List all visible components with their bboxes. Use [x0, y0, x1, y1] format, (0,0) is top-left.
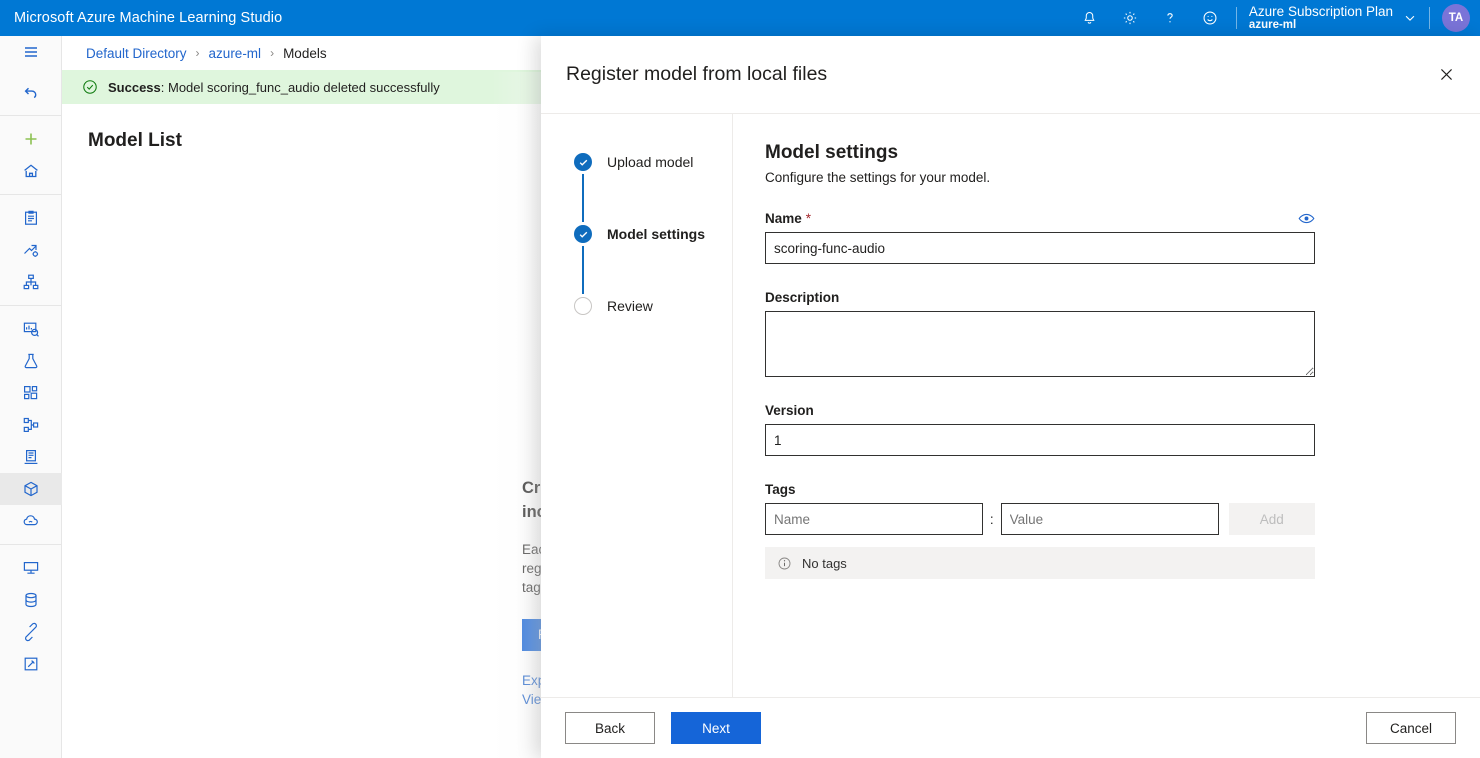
models-icon[interactable] [0, 473, 62, 505]
connections-icon[interactable] [0, 616, 62, 648]
bell-icon[interactable] [1070, 0, 1110, 36]
version-label: Version [765, 403, 1315, 418]
close-icon[interactable] [1424, 53, 1468, 97]
back-arrow-icon[interactable] [0, 76, 62, 108]
tag-name-input[interactable] [765, 503, 983, 535]
pipelines-icon[interactable] [0, 409, 62, 441]
notebooks-icon[interactable] [0, 202, 62, 234]
rail-divider-4 [0, 544, 62, 545]
account-subscription-name: Azure Subscription Plan [1249, 4, 1393, 20]
tags-field-group: Tags : Add [765, 482, 1315, 579]
name-input[interactable] [765, 232, 1315, 264]
description-textarea[interactable] [765, 311, 1315, 377]
info-icon [777, 556, 792, 571]
cancel-button[interactable]: Cancel [1366, 712, 1456, 744]
tag-separator: : [983, 512, 1001, 527]
breadcrumb-separator-1: › [196, 46, 200, 60]
home-icon[interactable] [0, 155, 62, 187]
no-tags-message: No tags [765, 547, 1315, 579]
form-subheading: Configure the settings for your model. [765, 170, 1480, 185]
required-marker: * [806, 211, 811, 226]
wizard-connector-1 [582, 174, 584, 222]
automated-ml-icon[interactable] [0, 234, 62, 266]
account-info[interactable]: Azure Subscription Plan azure-ml [1243, 4, 1397, 33]
step-complete-icon-2 [574, 225, 592, 243]
name-label: Name [765, 211, 802, 226]
endpoints-icon[interactable] [0, 505, 62, 537]
wizard-step-label-model-settings: Model settings [607, 226, 705, 242]
next-button[interactable]: Next [671, 712, 761, 744]
name-field-group: Name * [765, 211, 1315, 264]
wizard-step-upload-model[interactable]: Upload model [541, 150, 732, 174]
tags-input-row: : Add [765, 503, 1315, 535]
breadcrumb-separator-2: › [270, 46, 274, 60]
breadcrumb-item-directory[interactable]: Default Directory [86, 46, 187, 61]
compute-icon[interactable] [0, 552, 62, 584]
chevron-down-icon[interactable] [1397, 0, 1423, 36]
banner-message: : Model scoring_func_audio deleted succe… [161, 80, 440, 95]
avatar[interactable]: TA [1442, 4, 1470, 32]
panel-header: Register model from local files [541, 36, 1480, 114]
wizard-step-label-review: Review [607, 298, 653, 314]
panel-body: Upload model Model settings Review [541, 114, 1480, 697]
tags-label: Tags [765, 482, 1315, 497]
rail-divider-3 [0, 305, 62, 306]
environments-icon[interactable] [0, 441, 62, 473]
breadcrumb-item-current: Models [283, 46, 327, 61]
no-tags-text: No tags [802, 556, 847, 571]
register-model-panel: Register model from local files Upload m… [541, 36, 1480, 758]
rail-divider-1 [0, 115, 62, 116]
banner-prefix: Success [108, 80, 161, 95]
rail-divider-2 [0, 194, 62, 195]
account-directory-name: azure-ml [1249, 19, 1393, 32]
step-pending-icon [574, 297, 592, 315]
description-label: Description [765, 290, 1315, 305]
topbar-divider-2 [1429, 7, 1430, 29]
wizard-step-label-upload-model: Upload model [607, 154, 693, 170]
datastores-icon[interactable] [0, 584, 62, 616]
wizard-step-review[interactable]: Review [541, 294, 732, 318]
back-button[interactable]: Back [565, 712, 655, 744]
new-item-icon[interactable] [0, 123, 62, 155]
top-navigation-bar: Microsoft Azure Machine Learning Studio [0, 0, 1480, 36]
topbar-actions: Azure Subscription Plan azure-ml TA [1070, 0, 1480, 36]
panel-footer: Back Next Cancel [541, 697, 1480, 758]
breadcrumb-item-workspace[interactable]: azure-ml [209, 46, 262, 61]
step-complete-icon [574, 153, 592, 171]
eye-icon[interactable] [1298, 212, 1315, 225]
description-field-group: Description [765, 290, 1315, 377]
linked-services-icon[interactable] [0, 648, 62, 680]
feedback-icon[interactable] [1190, 0, 1230, 36]
data-labeling-icon[interactable] [0, 345, 62, 377]
wizard-steps: Upload model Model settings Review [541, 114, 733, 697]
components-icon[interactable] [0, 377, 62, 409]
success-check-icon [82, 79, 98, 95]
hamburger-menu-icon[interactable] [0, 36, 62, 68]
designer-icon[interactable] [0, 266, 62, 298]
jobs-icon[interactable] [0, 313, 62, 345]
app-brand-title: Microsoft Azure Machine Learning Studio [0, 10, 282, 26]
left-navigation-rail [0, 36, 62, 758]
add-tag-button[interactable]: Add [1229, 503, 1315, 535]
wizard-connector-2 [582, 246, 584, 294]
tag-value-input[interactable] [1001, 503, 1219, 535]
gear-icon[interactable] [1110, 0, 1150, 36]
version-input[interactable] [765, 424, 1315, 456]
topbar-divider [1236, 7, 1237, 29]
version-field-group: Version [765, 403, 1315, 456]
model-settings-form: Model settings Configure the settings fo… [733, 114, 1480, 697]
help-icon[interactable] [1150, 0, 1190, 36]
form-heading: Model settings [765, 142, 1480, 164]
wizard-step-model-settings[interactable]: Model settings [541, 222, 732, 246]
panel-title: Register model from local files [541, 63, 827, 86]
